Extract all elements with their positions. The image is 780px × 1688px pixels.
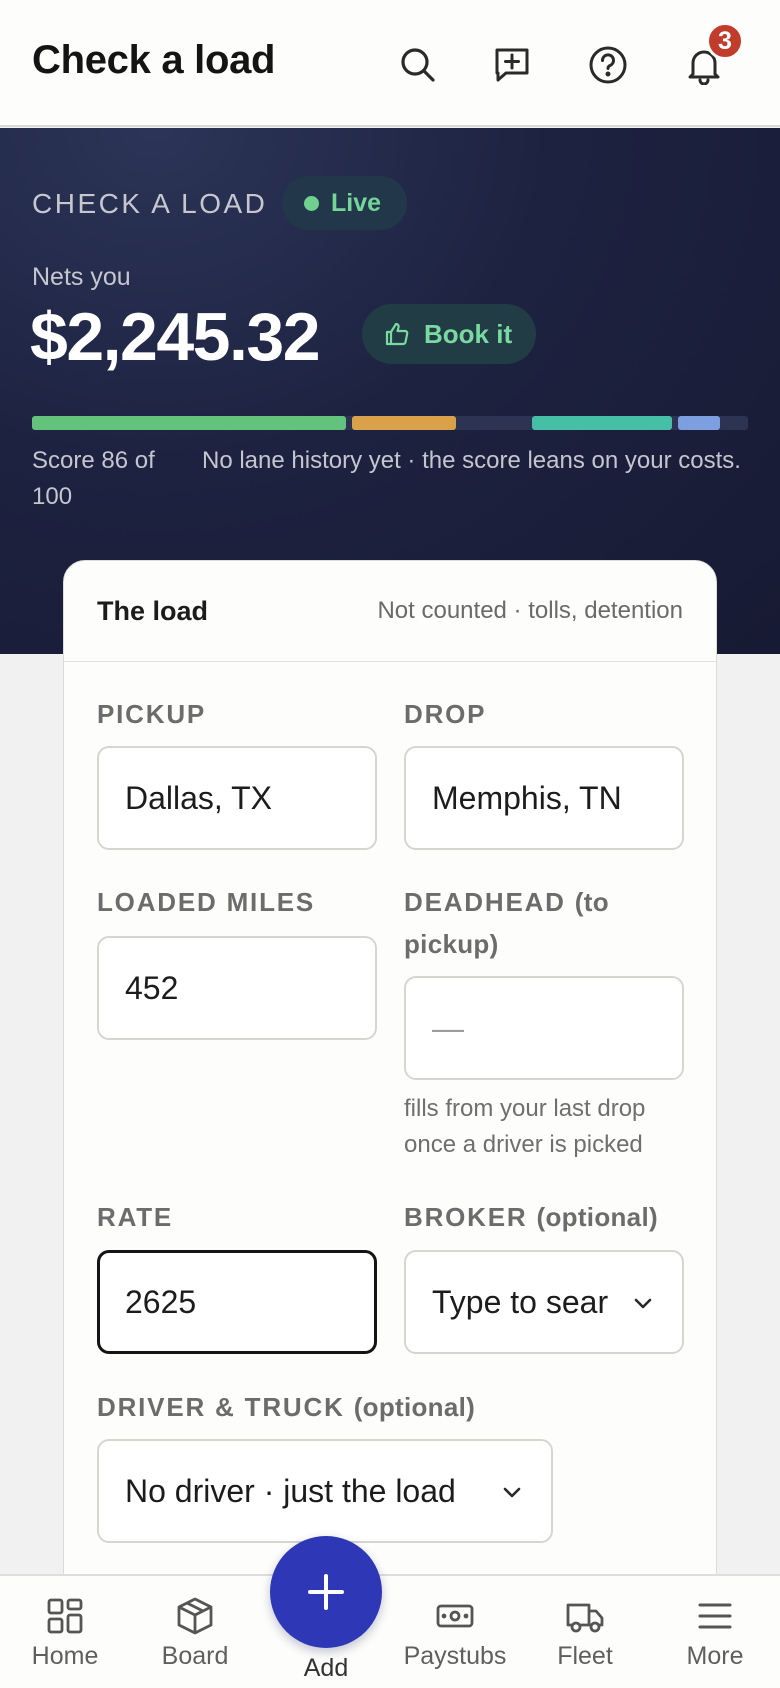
driver-truck-label-main: DRIVER & TRUCK <box>97 1392 345 1422</box>
drop-field[interactable]: Memphis, TN <box>404 746 684 850</box>
search-button[interactable] <box>393 40 443 90</box>
deadhead-label-main: DEADHEAD <box>404 887 566 917</box>
rate-field[interactable]: 2625 <box>97 1250 377 1354</box>
live-dot-icon <box>304 195 319 211</box>
score-bar <box>32 416 748 430</box>
nav-more[interactable]: More <box>650 1576 780 1688</box>
bottom-navigation: Home Board Paystubs Fleet More <box>0 1574 780 1688</box>
deadhead-label: DEADHEAD (to pickup) <box>404 881 694 965</box>
score-segment-teal <box>532 416 672 430</box>
card-subtitle: Not counted · tolls, detention <box>377 597 683 624</box>
new-message-button[interactable] <box>487 40 537 90</box>
add-label: Add <box>303 1654 349 1682</box>
load-form-card: The load Not counted · tolls, detention … <box>63 560 717 1688</box>
nav-paystubs[interactable]: Paystubs <box>390 1576 520 1688</box>
nav-fleet-label: Fleet <box>557 1642 613 1670</box>
pickup-label: PICKUP <box>97 699 207 729</box>
nav-fleet[interactable]: Fleet <box>520 1576 650 1688</box>
truck-icon <box>566 1603 604 1633</box>
thumbs-up-icon <box>385 322 409 346</box>
notification-badge: 3 <box>706 22 744 60</box>
rate-label: RATE <box>97 1202 174 1232</box>
pickup-field[interactable]: Dallas, TX <box>97 746 377 850</box>
loaded-miles-field[interactable]: 452 <box>97 936 377 1040</box>
nav-more-label: More <box>686 1642 744 1670</box>
live-status-badge: Live <box>282 176 408 230</box>
box-icon <box>177 1597 213 1635</box>
nav-home[interactable]: Home <box>0 1576 130 1688</box>
cash-icon <box>436 1604 474 1628</box>
plus-icon <box>308 1574 344 1610</box>
driver-truck-select[interactable]: No driver · just the load <box>97 1439 553 1543</box>
new-message-icon <box>495 48 529 82</box>
driver-truck-label: DRIVER & TRUCK (optional) <box>97 1386 475 1428</box>
hero-label: CHECK A LOAD <box>32 188 268 219</box>
top-app-bar: Check a load 3 <box>0 0 780 127</box>
score-note: No lane history yet · the score leans on… <box>202 447 741 474</box>
drop-label: DROP <box>404 699 487 729</box>
broker-label-main: BROKER <box>404 1202 528 1232</box>
check-a-load-screen: Check a load 3 CHECK A LOAD Live Nets yo… <box>0 0 780 1688</box>
driver-truck-value: No driver · just the load <box>125 1472 456 1509</box>
score-segment-blue <box>678 416 720 430</box>
card-title: The load <box>97 596 209 626</box>
menu-icon <box>698 1603 732 1629</box>
card-header: The load Not counted · tolls, detention <box>64 561 716 662</box>
score-segment-amber <box>352 416 456 430</box>
loaded-miles-label: LOADED MILES <box>97 887 316 917</box>
help-button[interactable] <box>583 40 633 90</box>
deadhead-field[interactable]: — <box>404 976 684 1080</box>
nav-board-label: Board <box>161 1642 229 1670</box>
broker-label: BROKER (optional) <box>404 1196 658 1238</box>
score-text: Score 86 of 100 <box>32 447 155 510</box>
score-segment-green <box>32 416 346 430</box>
page-title: Check a load <box>32 38 276 82</box>
add-button[interactable] <box>270 1536 382 1648</box>
live-label: Live <box>331 188 382 217</box>
nets-label: Nets you <box>32 263 131 291</box>
chevron-down-icon <box>499 1479 525 1505</box>
nav-board[interactable]: Board <box>130 1576 260 1688</box>
broker-select[interactable]: Type to sear <box>404 1250 684 1354</box>
home-grid-icon <box>47 1598 83 1634</box>
driver-truck-label-suffix: (optional) <box>353 1392 476 1422</box>
help-icon <box>589 46 627 84</box>
book-it-button[interactable]: Book it <box>362 304 537 364</box>
book-it-label: Book it <box>424 318 513 349</box>
broker-placeholder: Type to sear <box>432 1283 609 1320</box>
chevron-down-icon <box>630 1290 656 1316</box>
nav-paystubs-label: Paystubs <box>403 1642 507 1670</box>
deadhead-value: — <box>432 1009 464 1046</box>
net-amount: $2,245.32 <box>30 299 321 375</box>
deadhead-helper-text: fills from your last drop once a driver … <box>404 1095 646 1158</box>
nav-home-label: Home <box>31 1642 99 1670</box>
broker-label-suffix: (optional) <box>536 1202 658 1232</box>
search-icon <box>401 48 435 82</box>
